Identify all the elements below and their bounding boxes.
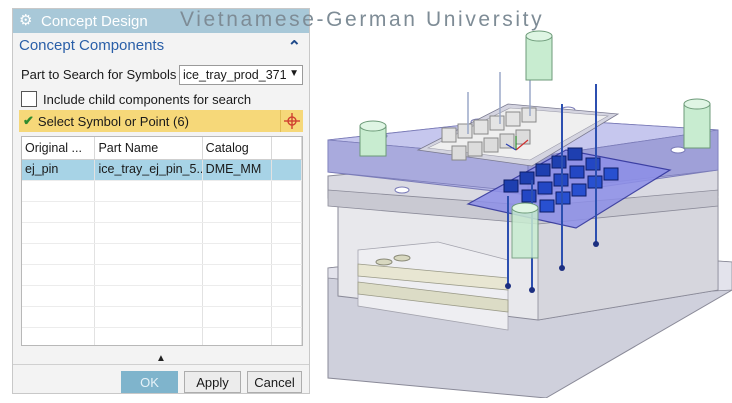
gear-icon: ⚙ [19, 12, 33, 29]
table-row-empty [22, 286, 302, 307]
table-row-empty [22, 307, 302, 328]
column-header-original[interactable]: Original ... [22, 137, 96, 159]
cell-extra [272, 160, 302, 180]
select-symbol-bar[interactable]: ✔ Select Symbol or Point (6) [19, 110, 303, 132]
apply-button[interactable]: Apply [184, 371, 241, 393]
part-select[interactable]: ice_tray_prod_371 ▼ [179, 65, 303, 85]
cancel-button[interactable]: Cancel [247, 371, 302, 393]
collapse-caret-icon[interactable]: ⌃ [288, 37, 301, 57]
include-child-label: Include child components for search [43, 91, 252, 107]
column-header-catalog[interactable]: Catalog [203, 137, 273, 159]
table-row-empty [22, 244, 302, 265]
components-table: Original ... Part Name Catalog ej_pin ic… [21, 136, 303, 346]
include-child-checkbox[interactable] [21, 91, 37, 107]
table-row[interactable]: ej_pin ice_tray_ej_pin_5... DME_MM [22, 160, 302, 181]
table-row-empty [22, 181, 302, 202]
point-crosshair-icon[interactable] [280, 110, 303, 132]
table-row-empty [22, 202, 302, 223]
select-symbol-label: Select Symbol or Point (6) [37, 113, 189, 129]
dialog-title: Concept Design [41, 12, 148, 30]
part-search-label: Part to Search for Symbols [21, 67, 177, 82]
ok-button[interactable]: OK [121, 371, 178, 393]
footer-divider [13, 364, 309, 365]
section-title[interactable]: Concept Components [19, 37, 164, 54]
table-row-empty [22, 265, 302, 286]
table-header: Original ... Part Name Catalog [22, 137, 302, 160]
concept-design-dialog: ⚙ Concept Design Concept Components ⌃ Pa… [12, 8, 310, 394]
table-row-empty [22, 328, 302, 345]
checkmark-icon: ✔ [23, 113, 34, 128]
cell-catalog: DME_MM [203, 160, 273, 180]
include-child-row[interactable]: Include child components for search [21, 91, 251, 107]
watermark-text: Vietnamese-German University [180, 8, 545, 31]
part-select-value: ice_tray_prod_371 [183, 68, 287, 82]
expand-up-arrow-icon[interactable]: ▲ [156, 353, 166, 364]
mold-assembly-3d [327, 30, 732, 399]
table-row-empty [22, 223, 302, 244]
cell-original: ej_pin [22, 160, 96, 180]
column-header-part-name[interactable]: Part Name [95, 137, 203, 159]
graphics-viewport[interactable] [318, 0, 732, 399]
column-header-extra[interactable] [272, 137, 302, 159]
cell-part-name: ice_tray_ej_pin_5... [95, 160, 203, 180]
dropdown-caret-icon: ▼ [289, 68, 299, 79]
